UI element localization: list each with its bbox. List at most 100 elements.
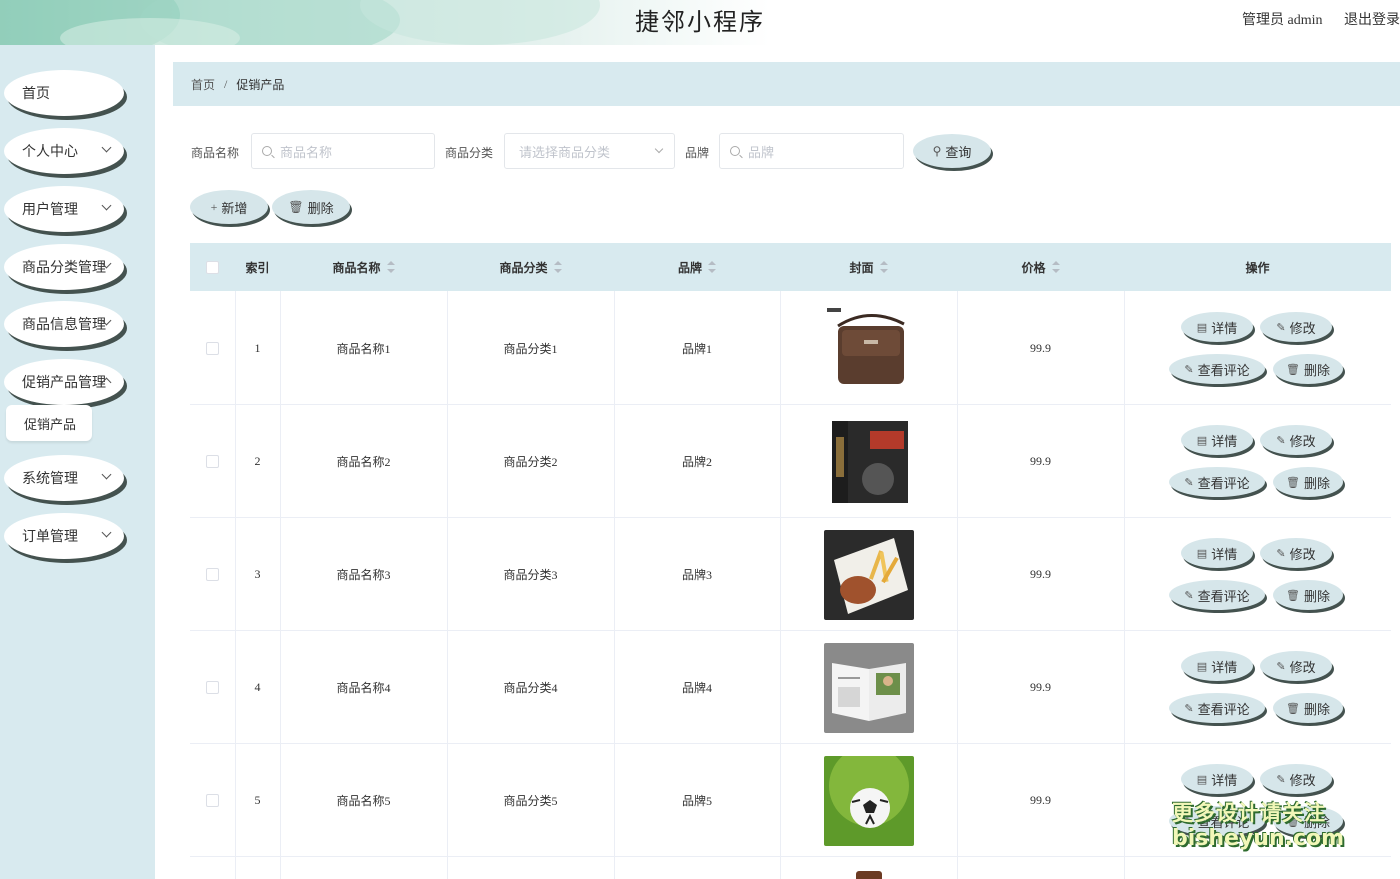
view-comments-button[interactable]: ✎ 查看评论 xyxy=(1169,354,1265,384)
select-all-checkbox[interactable] xyxy=(206,260,219,274)
document-icon: ▤ xyxy=(1196,434,1208,447)
brand-cell: 品牌4 xyxy=(681,681,712,695)
view-comments-button-label: 查看评论 xyxy=(1197,475,1250,491)
category-label: 商品分类 xyxy=(445,146,494,160)
row-checkbox-cell xyxy=(190,405,235,518)
site-watermark: 更多设计请关注 bisheyun.com xyxy=(1172,800,1344,852)
query-button[interactable]: ⚲ 查询 xyxy=(913,134,991,168)
trash-icon: 🗑 xyxy=(1286,589,1300,602)
column-header-category[interactable]: 商品分类 xyxy=(447,243,614,291)
sidebar-item-user-management[interactable]: 用户管理 xyxy=(4,186,124,232)
leather-bag-image xyxy=(823,303,914,394)
add-button[interactable]: + 新增 xyxy=(190,190,268,224)
delete-button[interactable]: 🗑 删除 xyxy=(1273,580,1343,610)
row-checkbox[interactable] xyxy=(206,681,219,694)
delete-button[interactable]: 🗑 删除 xyxy=(1273,693,1343,723)
sidebar-item-home[interactable]: 首页 xyxy=(4,70,124,116)
plus-icon: + xyxy=(210,199,218,214)
add-button-label: 新增 xyxy=(221,200,248,216)
watermark-line1: 更多设计请关注 xyxy=(1172,801,1326,825)
sidebar: 首页 个人中心 用户管理 商品分类管理 商品信息管理 促销产品管理 促销产品 系… xyxy=(0,45,155,879)
view-comments-button-label: 查看评论 xyxy=(1197,362,1250,378)
view-comments-button[interactable]: ✎ 查看评论 xyxy=(1169,693,1265,723)
brand-cell: 品牌3 xyxy=(681,568,712,582)
delete-button[interactable]: 🗑 删除 xyxy=(1273,354,1343,384)
detail-button[interactable]: ▤ 详情 xyxy=(1181,312,1253,342)
header-user-area: 管理员 admin 退出登录 xyxy=(1224,9,1400,29)
product-image-partial xyxy=(855,871,882,879)
view-comments-button[interactable]: ✎ 查看评论 xyxy=(1169,467,1265,497)
delete-button-label: 删除 xyxy=(1303,588,1330,604)
product-name-cell: 商品名称2 xyxy=(336,455,391,469)
detail-button-label: 详情 xyxy=(1211,546,1238,562)
edit-button[interactable]: ✎ 修改 xyxy=(1260,425,1332,455)
brand-cell: 品牌5 xyxy=(681,794,712,808)
category-cell: 商品分类2 xyxy=(503,455,558,469)
submenu-item-promotion-products[interactable]: 促销产品 xyxy=(6,405,92,441)
pencil-icon: ✎ xyxy=(1276,434,1286,447)
breadcrumb-home[interactable]: 首页 xyxy=(191,76,215,93)
batch-delete-button[interactable]: 🗑 删除 xyxy=(272,190,350,224)
edit-button[interactable]: ✎ 修改 xyxy=(1260,764,1332,794)
column-header-product-name[interactable]: 商品名称 xyxy=(280,243,447,291)
category-cell: 商品分类3 xyxy=(503,568,558,582)
category-select[interactable]: 请选择商品分类 xyxy=(504,133,675,169)
edit-button[interactable]: ✎ 修改 xyxy=(1260,312,1332,342)
product-name-cell: 商品名称3 xyxy=(336,568,391,582)
logout-link[interactable]: 退出登录 xyxy=(1344,13,1400,28)
detail-button[interactable]: ▤ 详情 xyxy=(1181,651,1253,681)
sidebar-item-label: 系统管理 xyxy=(22,472,78,487)
edit-button-label: 修改 xyxy=(1289,433,1316,449)
column-header-label: 商品名称 xyxy=(332,260,381,275)
edit-button-label: 修改 xyxy=(1289,320,1316,336)
table-row xyxy=(190,857,1391,879)
row-checkbox[interactable] xyxy=(206,794,219,807)
sort-icon xyxy=(386,261,395,273)
column-header-label: 品牌 xyxy=(677,260,702,275)
sidebar-item-label: 商品信息管理 xyxy=(22,318,106,333)
row-checkbox[interactable] xyxy=(206,568,219,581)
document-icon: ▤ xyxy=(1196,547,1208,560)
product-name-input[interactable]: 商品名称 xyxy=(251,133,435,169)
row-checkbox[interactable] xyxy=(206,342,219,355)
product-name-label: 商品名称 xyxy=(191,146,240,160)
sidebar-item-label: 商品分类管理 xyxy=(22,261,106,276)
brand-input[interactable]: 品牌 xyxy=(719,133,904,169)
price-cell: 99.9 xyxy=(1030,454,1051,468)
sidebar-item-category-management[interactable]: 商品分类管理 xyxy=(4,244,124,290)
edit-button-label: 修改 xyxy=(1289,659,1316,675)
row-checkbox-cell xyxy=(190,292,235,405)
detail-button[interactable]: ▤ 详情 xyxy=(1181,538,1253,568)
trash-icon: 🗑 xyxy=(1286,702,1300,715)
cover-cell xyxy=(780,405,957,518)
sidebar-item-product-management[interactable]: 商品信息管理 xyxy=(4,301,124,347)
brand-placeholder: 品牌 xyxy=(748,144,775,160)
category-placeholder: 请选择商品分类 xyxy=(519,144,611,160)
column-header-cover[interactable]: 封面 xyxy=(780,243,957,291)
delete-button-label: 删除 xyxy=(1303,701,1330,717)
column-header-label: 封面 xyxy=(849,260,874,275)
sidebar-item-promotion-management[interactable]: 促销产品管理 xyxy=(4,359,124,405)
edit-button[interactable]: ✎ 修改 xyxy=(1260,538,1332,568)
sidebar-item-system-management[interactable]: 系统管理 xyxy=(4,455,124,501)
column-header-brand[interactable]: 品牌 xyxy=(614,243,780,291)
column-header-price[interactable]: 价格 xyxy=(957,243,1124,291)
sidebar-item-personal-center[interactable]: 个人中心 xyxy=(4,128,124,174)
open-magazine-image xyxy=(823,642,914,733)
trash-icon: 🗑 xyxy=(1286,363,1300,376)
search-icon xyxy=(730,146,740,156)
table-row: 2 商品名称2 商品分类2 品牌2 99.9 ▤ 详情 ✎ 修改 ✎ 查看评论 🗑 删除 xyxy=(190,405,1391,518)
trash-icon: 🗑 xyxy=(1286,476,1300,489)
delete-button[interactable]: 🗑 删除 xyxy=(1273,467,1343,497)
detail-button[interactable]: ▤ 详情 xyxy=(1181,425,1253,455)
search-icon xyxy=(262,146,272,156)
view-comments-button-label: 查看评论 xyxy=(1197,701,1250,717)
edit-button[interactable]: ✎ 修改 xyxy=(1260,651,1332,681)
price-cell: 99.9 xyxy=(1030,341,1051,355)
book-set-image xyxy=(823,416,914,507)
document-icon: ▤ xyxy=(1196,321,1208,334)
sidebar-item-order-management[interactable]: 订单管理 xyxy=(4,513,124,559)
view-comments-button[interactable]: ✎ 查看评论 xyxy=(1169,580,1265,610)
row-checkbox[interactable] xyxy=(206,455,219,468)
detail-button[interactable]: ▤ 详情 xyxy=(1181,764,1253,794)
